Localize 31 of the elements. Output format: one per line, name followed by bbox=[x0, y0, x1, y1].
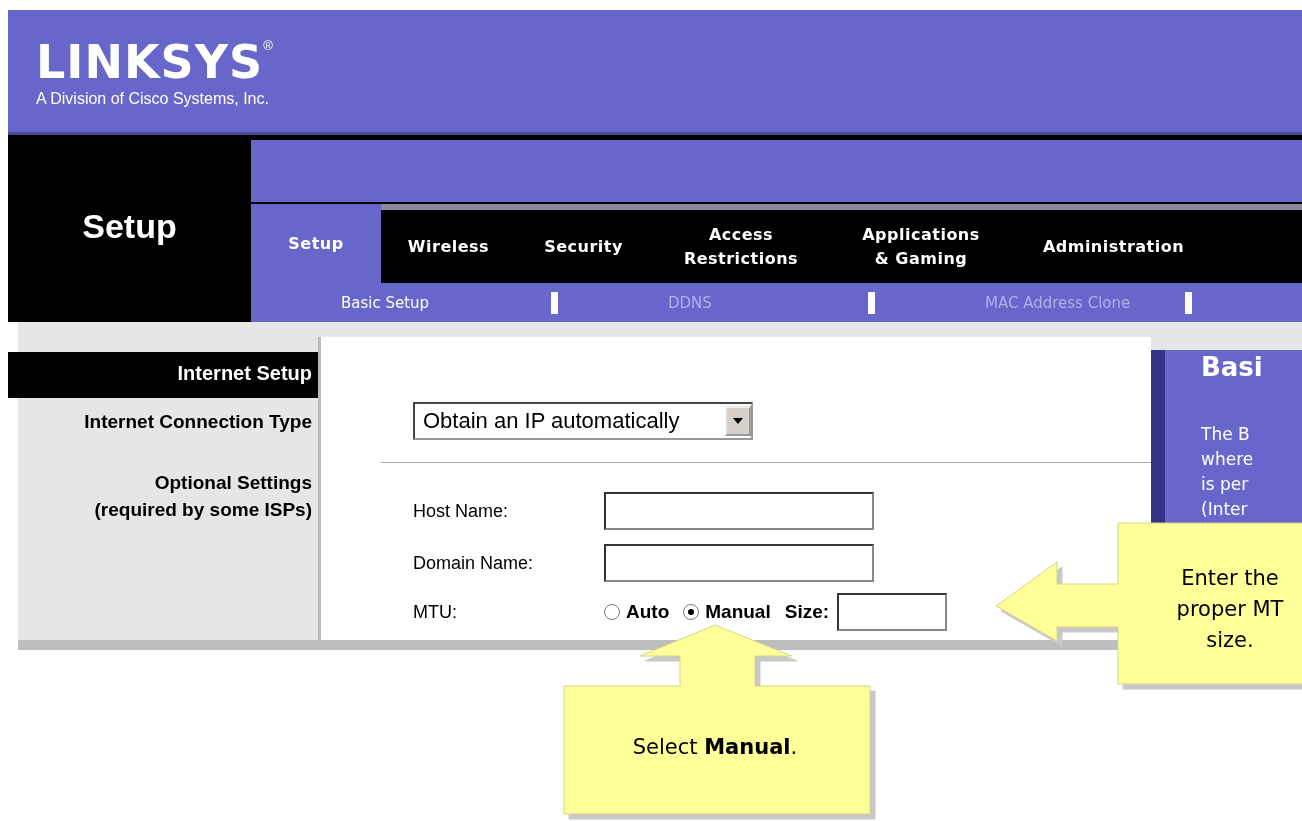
separator-bar bbox=[551, 291, 558, 314]
nav-tab[interactable]: Setup bbox=[251, 203, 381, 284]
size-field[interactable] bbox=[837, 593, 948, 631]
tagline: A Division of Cisco Systems, Inc. bbox=[36, 90, 270, 108]
callout-text: Enter the proper MT size. bbox=[1175, 565, 1285, 654]
radio-button[interactable] bbox=[683, 604, 700, 620]
sidebar-label: Internet Connection Type bbox=[83, 410, 313, 434]
help-text: The B bbox=[1201, 423, 1251, 446]
field-label: MTU: bbox=[413, 601, 458, 623]
size-label: Size: bbox=[784, 601, 830, 623]
field-label: Host Name: bbox=[413, 500, 510, 522]
field-label: Domain Name: bbox=[413, 552, 535, 574]
radio-label: Auto bbox=[626, 601, 670, 623]
text-field[interactable] bbox=[604, 492, 874, 530]
text-field[interactable] bbox=[604, 544, 874, 582]
radio-button[interactable] bbox=[604, 604, 620, 620]
connection-type-select[interactable]: Obtain an IP automatically bbox=[413, 402, 753, 440]
sidebar-label: Optional Settings (required by some ISPs) bbox=[93, 471, 313, 522]
callout-text: Select Manual. bbox=[631, 735, 799, 759]
logo-text: LINKSYS bbox=[36, 38, 264, 86]
radio-label: Manual bbox=[705, 601, 771, 623]
help-text: is per bbox=[1201, 473, 1250, 496]
help-text: where bbox=[1201, 448, 1255, 471]
separator-bar bbox=[1185, 291, 1192, 314]
section-title: Setup bbox=[82, 207, 177, 247]
help-text: (Inter bbox=[1201, 498, 1249, 521]
help-title: Basi bbox=[1201, 352, 1264, 382]
separator-bar bbox=[868, 291, 875, 314]
sidebar-heading: Internet Setup bbox=[8, 352, 318, 398]
subtab-link[interactable]: Basic Setup bbox=[341, 293, 551, 312]
registered-mark: ® bbox=[263, 38, 273, 53]
